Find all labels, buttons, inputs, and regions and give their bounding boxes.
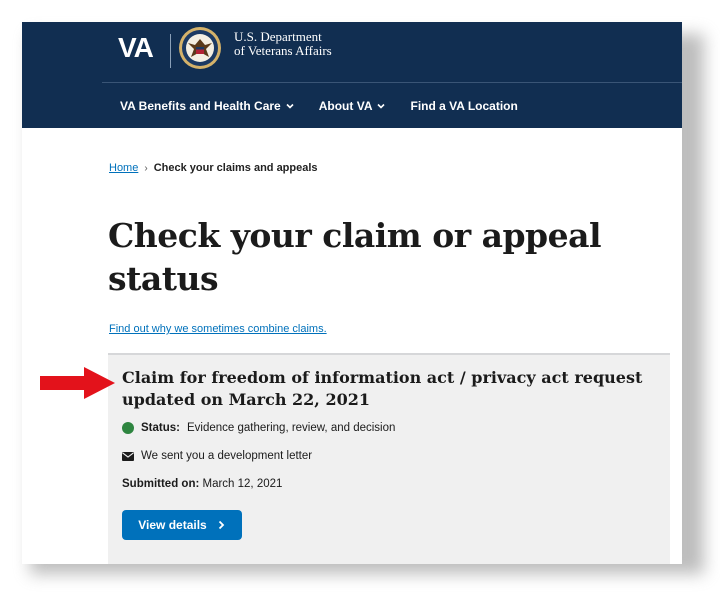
site-header: VA U.S. Department of Veterans Affairs V… [22,22,682,128]
screenshot-frame: VA U.S. Department of Veterans Affairs V… [22,22,682,564]
breadcrumb: Home › Check your claims and appeals [109,162,318,174]
logo-row: VA U.S. Department of Veterans Affairs [22,22,682,82]
claim-title: Claim for freedom of information act / p… [122,368,643,409]
nav-item-find-location[interactable]: Find a VA Location [410,94,517,118]
claim-card: Claim for freedom of information act / p… [108,353,670,564]
combine-claims-link[interactable]: Find out why we sometimes combine claims… [109,323,327,335]
page-title: Check your claim or appeal status [108,216,602,298]
main-nav: VA Benefits and Health Care About VA Fin… [120,94,518,118]
submitted-row: Submitted on: March 12, 2021 [122,478,282,490]
status-value: Evidence gathering, review, and decision [186,422,396,434]
chevron-right-icon [218,520,225,530]
chevron-down-icon [377,103,386,109]
status-row: Status: Evidence gathering, review, and … [122,422,395,434]
breadcrumb-home-link[interactable]: Home [109,162,138,174]
logo-divider [170,34,171,68]
letter-text: We sent you a development letter [141,450,313,462]
view-details-label: View details [138,518,207,532]
submitted-value: March 12, 2021 [202,478,283,490]
nav-item-label: Find a VA Location [410,99,518,113]
status-label: Status: [141,422,180,434]
department-name[interactable]: U.S. Department of Veterans Affairs [234,30,332,58]
submitted-label: Submitted on: [122,478,200,490]
nav-item-about-va[interactable]: About VA [319,94,387,118]
va-seal-icon[interactable] [178,26,222,70]
chevron-down-icon [286,103,294,109]
letter-row: We sent you a development letter [122,450,312,462]
breadcrumb-separator: › [144,162,148,174]
nav-item-label: About VA [318,99,373,113]
nav-item-benefits[interactable]: VA Benefits and Health Care [120,94,295,118]
header-divider [102,82,682,83]
va-logo-text[interactable]: VA [118,32,154,64]
status-dot-icon [122,422,134,434]
red-arrow-annotation-icon [40,367,115,399]
envelope-icon [122,451,134,461]
nav-item-label: VA Benefits and Health Care [120,99,281,113]
view-details-button[interactable]: View details [122,510,242,540]
department-name-line1: U.S. Department [234,29,322,44]
department-name-line2: of Veterans Affairs [234,43,332,58]
breadcrumb-current: Check your claims and appeals [153,162,318,174]
